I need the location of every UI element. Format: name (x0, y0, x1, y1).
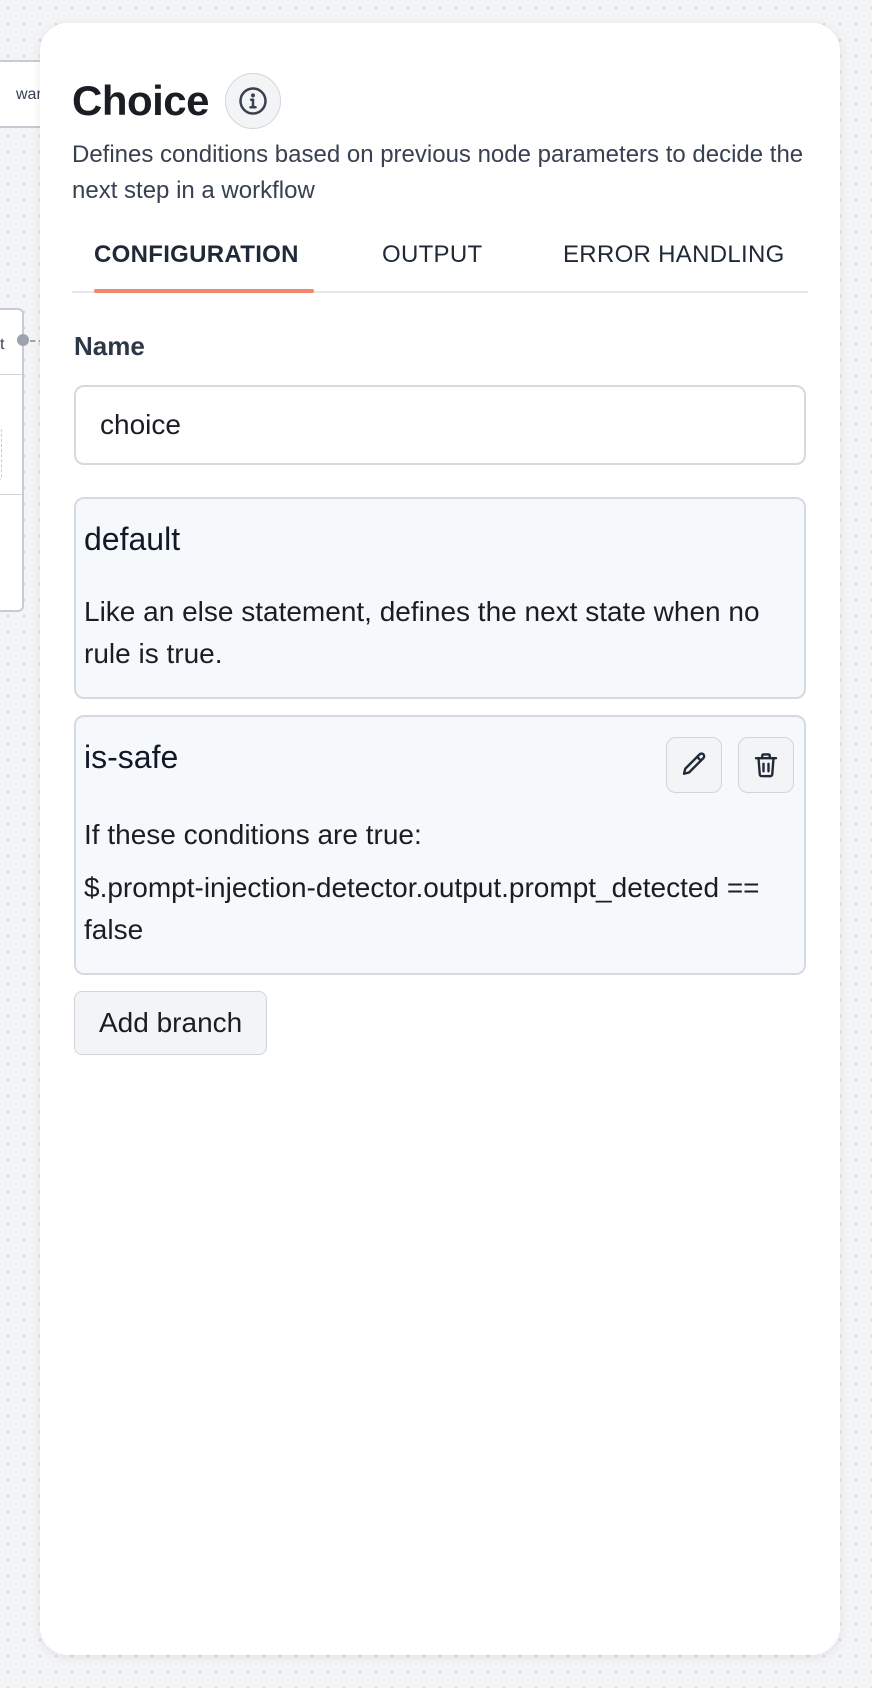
delete-branch-button[interactable] (738, 737, 794, 793)
panel-tabs: CONFIGURATION OUTPUT ERROR HANDLING (72, 231, 808, 293)
name-label: Name (74, 331, 145, 361)
info-icon (239, 87, 267, 115)
info-button[interactable] (225, 73, 282, 129)
panel-title: Choice (72, 77, 210, 124)
tab-output[interactable]: OUTPUT (382, 231, 482, 293)
panel-header: Choice (72, 73, 808, 129)
tab-configuration[interactable]: CONFIGURATION (94, 231, 314, 293)
tab-error-handling[interactable]: ERROR HANDLING (563, 231, 785, 293)
branch-name: default (84, 521, 181, 557)
active-tab-indicator (94, 289, 314, 293)
canvas-node-label: t (0, 336, 5, 353)
canvas-connection-handle[interactable] (17, 334, 29, 346)
canvas-node-divider (0, 494, 22, 495)
trash-icon (754, 753, 778, 778)
canvas-node-partial[interactable]: t (0, 308, 24, 612)
canvas-node-divider (0, 374, 22, 375)
branch-description: Like an else statement, defines the next… (84, 596, 760, 669)
node-config-panel: Choice Defines conditions based on previ… (40, 23, 840, 1655)
branch-card-is-safe: is-safe If these conditions are true: $.… (74, 715, 806, 975)
canvas-node-slot (0, 426, 2, 482)
canvas-node-label: war (16, 86, 42, 103)
add-branch-button[interactable]: Add branch (74, 991, 268, 1055)
branch-condition-expression: $.prompt-injection-detector.output.promp… (84, 872, 760, 945)
branch-condition-label: If these conditions are true: (84, 819, 422, 850)
name-input[interactable] (74, 385, 806, 465)
branch-card-default: default Like an else statement, defines … (74, 497, 806, 699)
panel-subtitle: Defines conditions based on previous nod… (72, 141, 804, 204)
edit-branch-button[interactable] (666, 737, 722, 793)
pencil-icon (682, 752, 706, 775)
